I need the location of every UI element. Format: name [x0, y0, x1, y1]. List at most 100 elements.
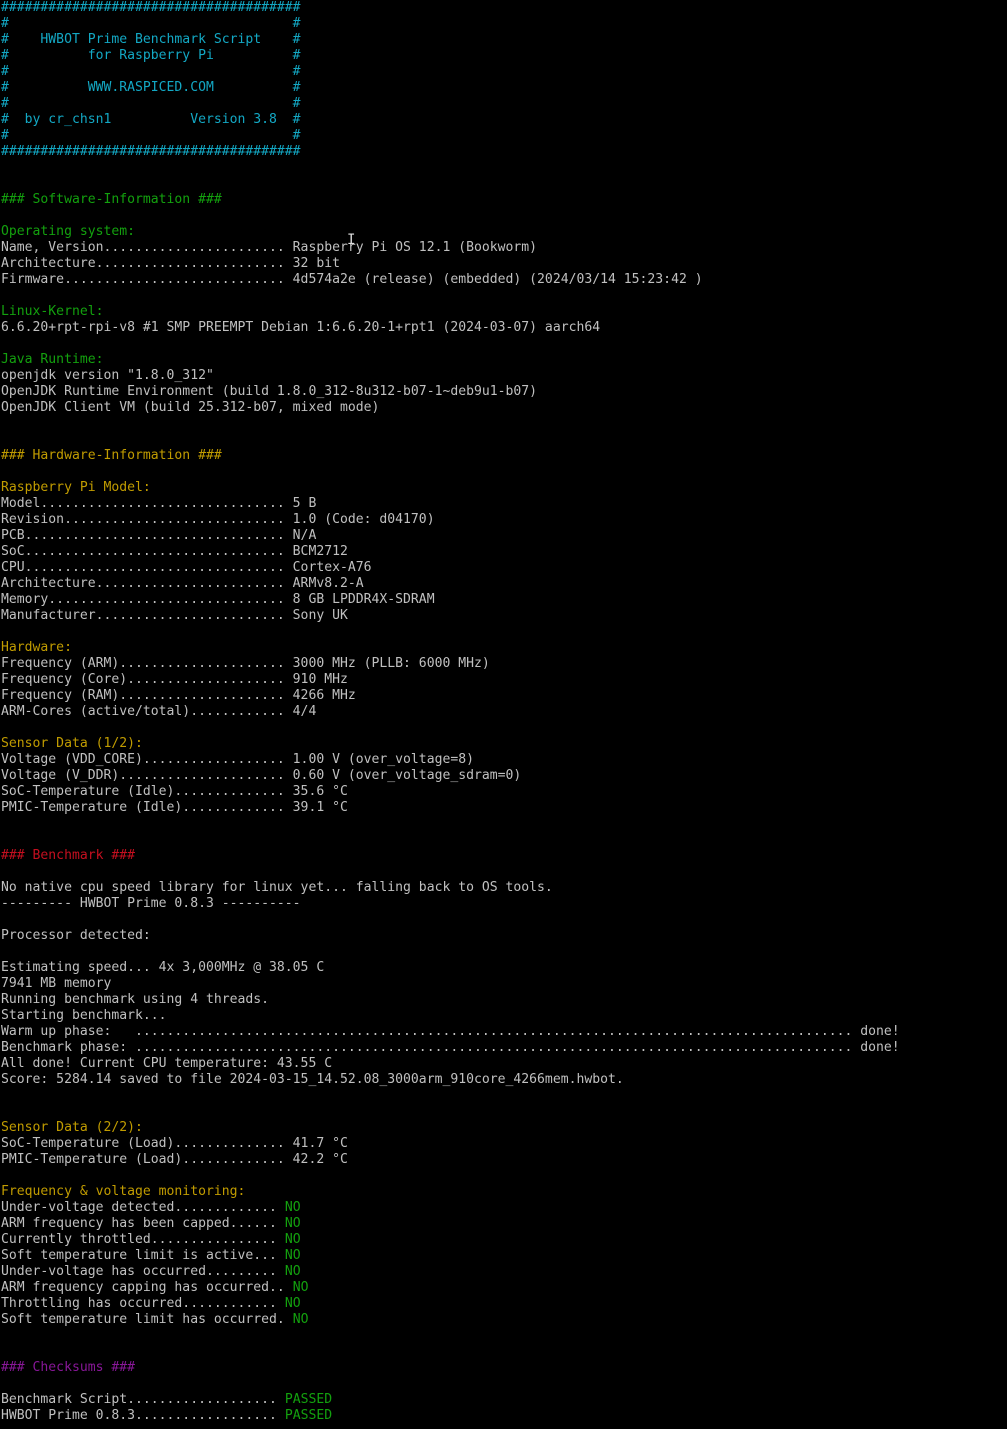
terminal-line: # HWBOT Prime Benchmark Script # [1, 32, 1006, 48]
line-text: Linux-Kernel: [1, 304, 104, 319]
line-text: ARM frequency capping has occurred.. [1, 1280, 285, 1295]
terminal-line: 6.6.20+rpt-rpi-v8 #1 SMP PREEMPT Debian … [1, 320, 1006, 336]
terminal-output: ###################################### # … [1, 0, 1006, 1424]
terminal-line: ARM frequency capping has occurred.. NO [1, 1280, 1006, 1296]
terminal-line: CPU................................. Cor… [1, 560, 1006, 576]
line-text: openjdk version "1.8.0_312" [1, 368, 214, 383]
terminal-line: SoC-Temperature (Load).............. 41.… [1, 1136, 1006, 1152]
terminal-line: PCB................................. N/A [1, 528, 1006, 544]
terminal-line: Voltage (VDD_CORE).................. 1.0… [1, 752, 1006, 768]
line-text: ### Hardware-Information ### [1, 448, 222, 463]
terminal-line: Revision............................ 1.0… [1, 512, 1006, 528]
terminal-line: Starting benchmark... [1, 1008, 1006, 1024]
terminal-line: # WWW.RASPICED.COM # [1, 80, 1006, 96]
line-text: Frequency (RAM)..................... 426… [1, 688, 356, 703]
terminal-line: Estimating speed... 4x 3,000MHz @ 38.05 … [1, 960, 1006, 976]
terminal-line: ### Benchmark ### [1, 848, 1006, 864]
line-text: Soft temperature limit is active... [1, 1248, 277, 1263]
terminal-line: PMIC-Temperature (Idle)............. 39.… [1, 800, 1006, 816]
line-text: ###################################### [1, 144, 301, 159]
terminal-line: # for Raspberry Pi # [1, 48, 1006, 64]
line-text: No native cpu speed library for linux ye… [1, 880, 553, 895]
line-text: Model............................... 5 B [1, 496, 317, 511]
line-text: Currently throttled................ [1, 1232, 277, 1247]
terminal-line: ###################################### [1, 0, 1006, 16]
line-text: Sensor Data (1/2): [1, 736, 143, 751]
line-text: Soft temperature limit has occurred. [1, 1312, 285, 1327]
terminal-line: Processor detected: [1, 928, 1006, 944]
status-value: NO [284, 1264, 301, 1279]
line-text: 6.6.20+rpt-rpi-v8 #1 SMP PREEMPT Debian … [1, 320, 601, 335]
line-text: ### Checksums ### [1, 1360, 136, 1375]
terminal-line: HWBOT Prime 0.8.3.................. PASS… [1, 1408, 1006, 1424]
line-text: Benchmark Script................... [1, 1392, 277, 1407]
terminal-line: Firmware............................ 4d5… [1, 272, 1006, 288]
line-text: PMIC-Temperature (Load)............. 42.… [1, 1152, 348, 1167]
terminal-line: Benchmark Script................... PASS… [1, 1392, 1006, 1408]
terminal-line: Currently throttled................ NO [1, 1232, 1006, 1248]
status-value: NO [284, 1200, 301, 1215]
line-text: Frequency (ARM)..................... 300… [1, 656, 490, 671]
status-value: NO [284, 1216, 301, 1231]
terminal-line: Warm up phase: .........................… [1, 1024, 1006, 1040]
terminal-line: ARM-Cores (active/total)............ 4/4 [1, 704, 1006, 720]
line-text: # HWBOT Prime Benchmark Script # [1, 32, 301, 47]
line-text: Voltage (VDD_CORE).................. 1.0… [1, 752, 474, 767]
line-text: Architecture........................ 32 … [1, 256, 340, 271]
status-value: PASSED [284, 1408, 333, 1423]
line-text: Throttling has occurred............ [1, 1296, 277, 1311]
terminal-line: Architecture........................ ARM… [1, 576, 1006, 592]
line-text: Sensor Data (2/2): [1, 1120, 143, 1135]
terminal-line: Manufacturer........................ Son… [1, 608, 1006, 624]
terminal-window[interactable]: ###################################### # … [0, 0, 1006, 1429]
terminal-line: # # [1, 96, 1006, 112]
terminal-line: openjdk version "1.8.0_312" [1, 368, 1006, 384]
line-text: PMIC-Temperature (Idle)............. 39.… [1, 800, 348, 815]
line-text: Architecture........................ ARM… [1, 576, 364, 591]
line-text: # by cr_chsn1 Version 3.8 # [1, 112, 301, 127]
terminal-line: OpenJDK Runtime Environment (build 1.8.0… [1, 384, 1006, 400]
terminal-line: ### Hardware-Information ### [1, 448, 1006, 464]
line-text: Score: 5284.14 saved to file 2024-03-15_… [1, 1072, 624, 1087]
line-text: Running benchmark using 4 threads. [1, 992, 270, 1007]
line-text: OpenJDK Client VM (build 25.312-b07, mix… [1, 400, 380, 415]
status-value: NO [292, 1312, 309, 1327]
terminal-line: Frequency (Core).................... 910… [1, 672, 1006, 688]
line-text: SoC-Temperature (Load).............. 41.… [1, 1136, 348, 1151]
line-text: Firmware............................ 4d5… [1, 272, 703, 287]
terminal-line: Memory.............................. 8 G… [1, 592, 1006, 608]
line-text: ARM frequency has been capped...... [1, 1216, 277, 1231]
terminal-line: ### Software-Information ### [1, 192, 1006, 208]
terminal-line: PMIC-Temperature (Load)............. 42.… [1, 1152, 1006, 1168]
line-text: All done! Current CPU temperature: 43.55… [1, 1056, 333, 1071]
terminal-line: # # [1, 64, 1006, 80]
line-text: # for Raspberry Pi # [1, 48, 301, 63]
line-text: OpenJDK Runtime Environment (build 1.8.0… [1, 384, 538, 399]
line-text: Starting benchmark... [1, 1008, 167, 1023]
terminal-line: Frequency (ARM)..................... 300… [1, 656, 1006, 672]
line-text: 7941 MB memory [1, 976, 112, 991]
terminal-line: ### Checksums ### [1, 1360, 1006, 1376]
line-text: # # [1, 96, 301, 111]
terminal-line: Sensor Data (1/2): [1, 736, 1006, 752]
line-text: Manufacturer........................ Son… [1, 608, 348, 623]
i-beam-cursor-icon: I [347, 232, 356, 248]
terminal-line: # # [1, 128, 1006, 144]
terminal-line: Frequency & voltage monitoring: [1, 1184, 1006, 1200]
status-value: NO [284, 1232, 301, 1247]
terminal-line: OpenJDK Client VM (build 25.312-b07, mix… [1, 400, 1006, 416]
